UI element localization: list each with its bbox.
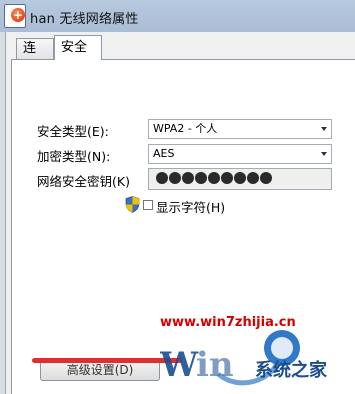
tab-security[interactable]: 安全	[54, 35, 102, 60]
title-bar: + han 无线网络属性	[0, 0, 355, 32]
masked-char-dot	[234, 172, 246, 184]
show-characters-label: 显示字符(H)	[156, 200, 226, 215]
masked-char-dot	[156, 172, 168, 184]
security-type-select[interactable]: WPA2 - 个人	[148, 119, 332, 139]
masked-key-dots	[156, 172, 272, 184]
masked-char-dot	[195, 172, 207, 184]
masked-char-dot	[208, 172, 220, 184]
security-type-label: 安全类型(E):	[37, 124, 109, 139]
encryption-type-label: 加密类型(N):	[37, 149, 111, 164]
masked-char-dot	[169, 172, 181, 184]
encryption-type-value: AES	[153, 147, 175, 160]
masked-char-dot	[247, 172, 259, 184]
chevron-down-icon	[321, 152, 327, 156]
chevron-down-icon	[321, 127, 327, 131]
watermark-brand: 系统之家	[255, 360, 327, 381]
tab-connection[interactable]: 连接	[16, 38, 54, 76]
uac-shield-icon	[125, 196, 140, 213]
network-key-field[interactable]	[148, 168, 332, 190]
encryption-type-select[interactable]: AES	[148, 144, 332, 164]
masked-char-dot	[260, 172, 272, 184]
masked-char-dot	[221, 172, 233, 184]
svg-text:W: W	[160, 345, 199, 385]
show-characters-checkbox[interactable]	[143, 200, 153, 210]
masked-char-dot	[182, 172, 194, 184]
window-title: han 无线网络属性	[30, 12, 139, 27]
security-type-value: WPA2 - 个人	[153, 122, 218, 135]
network-properties-icon: +	[4, 4, 26, 28]
network-key-label: 网络安全密钥(K)	[37, 174, 130, 189]
